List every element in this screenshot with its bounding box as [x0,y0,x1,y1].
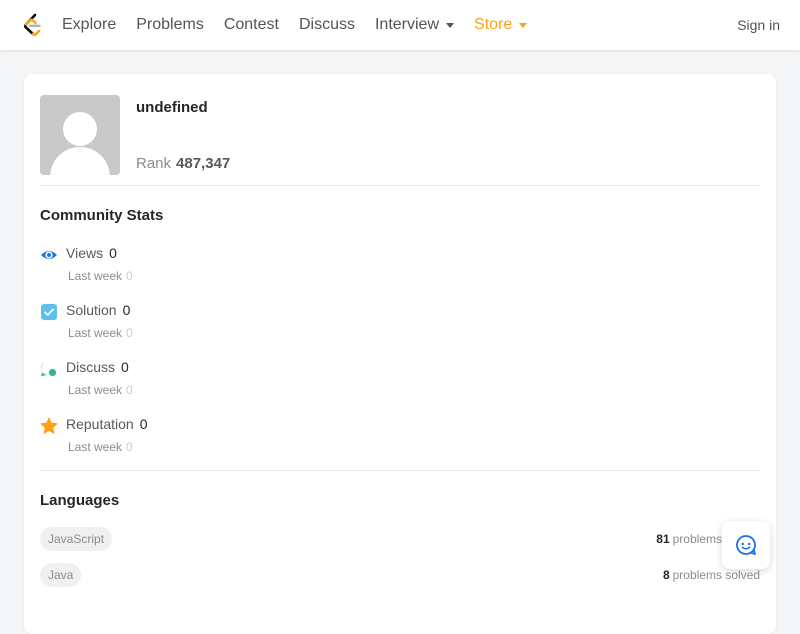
language-count-value: 81 [656,532,670,546]
rank-value: 487,347 [176,155,231,172]
chevron-down-icon [446,22,455,28]
divider [40,470,760,471]
stat-views-sub-label: Last week [68,269,123,283]
nav-discuss-label: Discuss [298,16,355,33]
discuss-bubble-icon [40,360,58,378]
nav-explore[interactable]: Explore [62,16,116,34]
stat-solution-sub-label: Last week [68,326,123,340]
stat-reputation-sub-value: 0 [126,440,133,454]
stat-views: Views 0 Last week 0 [40,244,340,288]
top-navbar: Explore Problems Contest Discuss Intervi… [0,0,800,50]
language-tag-javascript[interactable]: JavaScript [40,527,113,551]
nav-contest[interactable]: Contest [224,16,279,34]
nav-interview-label: Interview [374,16,440,33]
feedback-chat-icon [736,535,756,555]
leetcode-logo-icon[interactable] [20,12,46,38]
language-count-suffix: problems solved [672,568,760,582]
language-tag-java[interactable]: Java [40,563,82,587]
stat-discuss-label: Discuss [66,359,116,375]
stat-solution: Solution 0 Last week 0 [40,301,340,345]
nav-problems[interactable]: Problems [136,16,204,34]
stat-discuss-sub-value: 0 [126,383,133,397]
languages-title: Languages [40,492,120,509]
nav-store-dropdown[interactable]: Store [474,16,528,34]
stat-solution-sub-value: 0 [126,326,133,340]
rank-label: Rank [136,155,172,172]
nav-problems-label: Problems [136,16,204,33]
profile-card: undefined Rank 487,347 Community Stats Vi… [24,74,776,634]
stat-reputation: Reputation 0 Last week 0 [40,415,340,459]
stat-reputation-label: Reputation [66,416,134,432]
main-nav: Explore Problems Contest Discuss Intervi… [62,0,547,50]
username: undefined [136,99,208,116]
nav-store-label: Store [474,16,513,33]
sign-in-link[interactable]: Sign in [737,17,780,33]
language-row-java: Java 8 problems solved [40,563,760,587]
nav-discuss[interactable]: Discuss [299,16,355,34]
stat-discuss-sub-label: Last week [68,383,123,397]
stat-reputation-sub-label: Last week [68,440,123,454]
language-count-java: 8 problems solved [663,568,760,582]
stat-discuss-value: 0 [121,359,129,375]
divider [40,185,760,186]
stat-views-value: 0 [109,245,117,261]
nav-contest-label: Contest [223,16,279,33]
stat-discuss: Discuss 0 Last week 0 [40,358,340,402]
stat-solution-label: Solution [66,302,117,318]
stat-solution-value: 0 [122,302,131,318]
default-avatar-icon[interactable] [40,95,120,175]
solution-check-icon [40,303,58,321]
eye-icon [40,246,58,264]
stat-reputation-value: 0 [139,416,148,432]
language-count-value: 8 [662,568,670,582]
chevron-down-icon [519,22,528,28]
nav-interview-dropdown[interactable]: Interview [374,16,455,34]
language-row-javascript: JavaScript 81 problems solved [40,527,760,551]
nav-explore-label: Explore [62,16,117,33]
stat-views-label: Views [66,245,104,261]
star-icon [40,417,58,435]
feedback-button[interactable] [722,521,770,569]
rank: Rank 487,347 [136,155,230,172]
community-stats-title: Community Stats [40,207,164,224]
stat-views-sub-value: 0 [126,269,133,283]
